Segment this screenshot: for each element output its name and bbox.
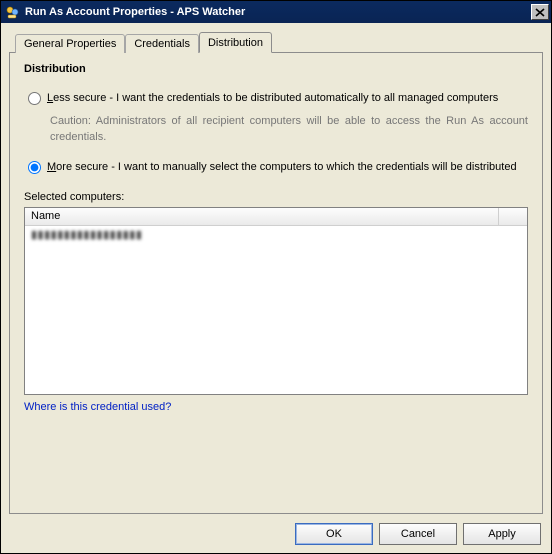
tab-distribution[interactable]: Distribution [199, 32, 272, 53]
app-icon [5, 4, 21, 20]
caution-text: Caution: Administrators of all recipient… [50, 114, 528, 146]
option-more-secure-label: More secure - I want to manually select … [47, 160, 517, 175]
tabpage-distribution: Distribution Less secure - I want the cr… [9, 52, 543, 514]
text-less: ess secure - I want the credentials to b… [53, 92, 498, 104]
tab-credentials[interactable]: Credentials [125, 34, 199, 53]
dialog-buttons: OK Cancel Apply [295, 523, 541, 545]
selected-computers-list[interactable]: Name ▮▮▮▮▮▮▮▮▮▮▮▮▮▮▮▮▮ [24, 207, 528, 395]
column-blank [499, 208, 527, 225]
section-heading: Distribution [24, 63, 528, 75]
radio-more-secure[interactable] [28, 161, 41, 174]
tab-general[interactable]: General Properties [15, 34, 125, 53]
hotkey-more: M [47, 161, 56, 173]
selected-computers-label: Selected computers: [24, 191, 528, 203]
option-less-secure[interactable]: Less secure - I want the credentials to … [28, 91, 528, 106]
option-less-secure-label: Less secure - I want the credentials to … [47, 91, 498, 106]
dialog-body: General Properties Credentials Distribut… [1, 23, 551, 553]
close-button[interactable] [531, 4, 549, 20]
close-icon [535, 8, 545, 17]
list-header: Name [25, 208, 527, 226]
ok-button[interactable]: OK [295, 523, 373, 545]
list-item[interactable]: ▮▮▮▮▮▮▮▮▮▮▮▮▮▮▮▮▮ [31, 228, 521, 241]
where-used-link[interactable]: Where is this credential used? [24, 401, 171, 413]
column-name[interactable]: Name [25, 208, 499, 225]
option-more-secure[interactable]: More secure - I want to manually select … [28, 160, 528, 175]
list-body: ▮▮▮▮▮▮▮▮▮▮▮▮▮▮▮▮▮ [25, 226, 527, 243]
apply-button[interactable]: Apply [463, 523, 541, 545]
radio-less-secure[interactable] [28, 92, 41, 105]
window-title: Run As Account Properties - APS Watcher [25, 6, 531, 18]
tabstrip: General Properties Credentials Distribut… [15, 31, 543, 52]
text-more: ore secure - I want to manually select t… [56, 161, 516, 173]
cancel-button[interactable]: Cancel [379, 523, 457, 545]
titlebar: Run As Account Properties - APS Watcher [1, 1, 551, 23]
